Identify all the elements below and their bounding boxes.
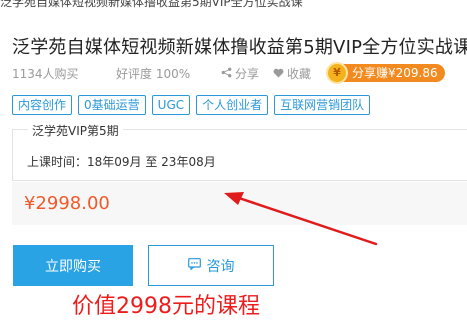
rating: 好评度 100% — [116, 67, 191, 81]
tag-item[interactable]: 互联网营销团队 — [274, 95, 371, 115]
coin-icon: ¥ — [326, 61, 348, 84]
price-band: ¥2998.00 — [12, 182, 467, 225]
tag-item[interactable]: 个人创业者 — [196, 95, 269, 115]
share-icon — [221, 67, 232, 81]
tag-list: 内容创作 0基础运营 UGC 个人创业者 互联网营销团队 — [12, 95, 371, 115]
share-label: 分享 — [235, 67, 260, 81]
buy-now-button[interactable]: 立即购买 — [13, 245, 133, 286]
tag-item[interactable]: 0基础运营 — [78, 95, 146, 115]
share-button[interactable]: 分享 — [221, 65, 259, 82]
price: ¥2998.00 — [24, 193, 110, 214]
sales-count: 1134人购买 — [12, 67, 79, 81]
annotation-text: 价值2998元的课程 — [72, 294, 260, 319]
favorite-label: 收藏 — [287, 67, 312, 81]
schedule-text: 上课时间：18年09月 至 23年08月 — [27, 155, 216, 169]
share-earn-badge[interactable]: ¥ 分享赚¥209.86 — [326, 61, 445, 84]
favorite-button[interactable]: 收藏 — [273, 65, 311, 82]
tag-item[interactable]: 内容创作 — [12, 95, 73, 115]
course-info-card: 泛学苑VIP第5期 上课时间：18年09月 至 23年08月 — [12, 122, 467, 181]
course-info-title: 泛学苑VIP第5期 — [28, 122, 123, 139]
chat-icon — [187, 257, 201, 274]
top-bar-title: 泛学苑自媒体短视频新媒体撸收益第5期VIP全方位实战课 — [0, 0, 303, 9]
share-earn-label: 分享赚¥209.86 — [342, 63, 445, 82]
tag-item[interactable]: UGC — [151, 95, 191, 115]
consult-button[interactable]: 咨询 — [148, 245, 274, 286]
heart-icon — [273, 67, 284, 81]
top-bar: 泛学苑自媒体短视频新媒体撸收益第5期VIP全方位实战课 — [0, 0, 467, 12]
consult-label: 咨询 — [206, 258, 235, 275]
course-title: 泛学苑自媒体短视频新媒体撸收益第5期VIP全方位实战课 — [12, 37, 467, 58]
